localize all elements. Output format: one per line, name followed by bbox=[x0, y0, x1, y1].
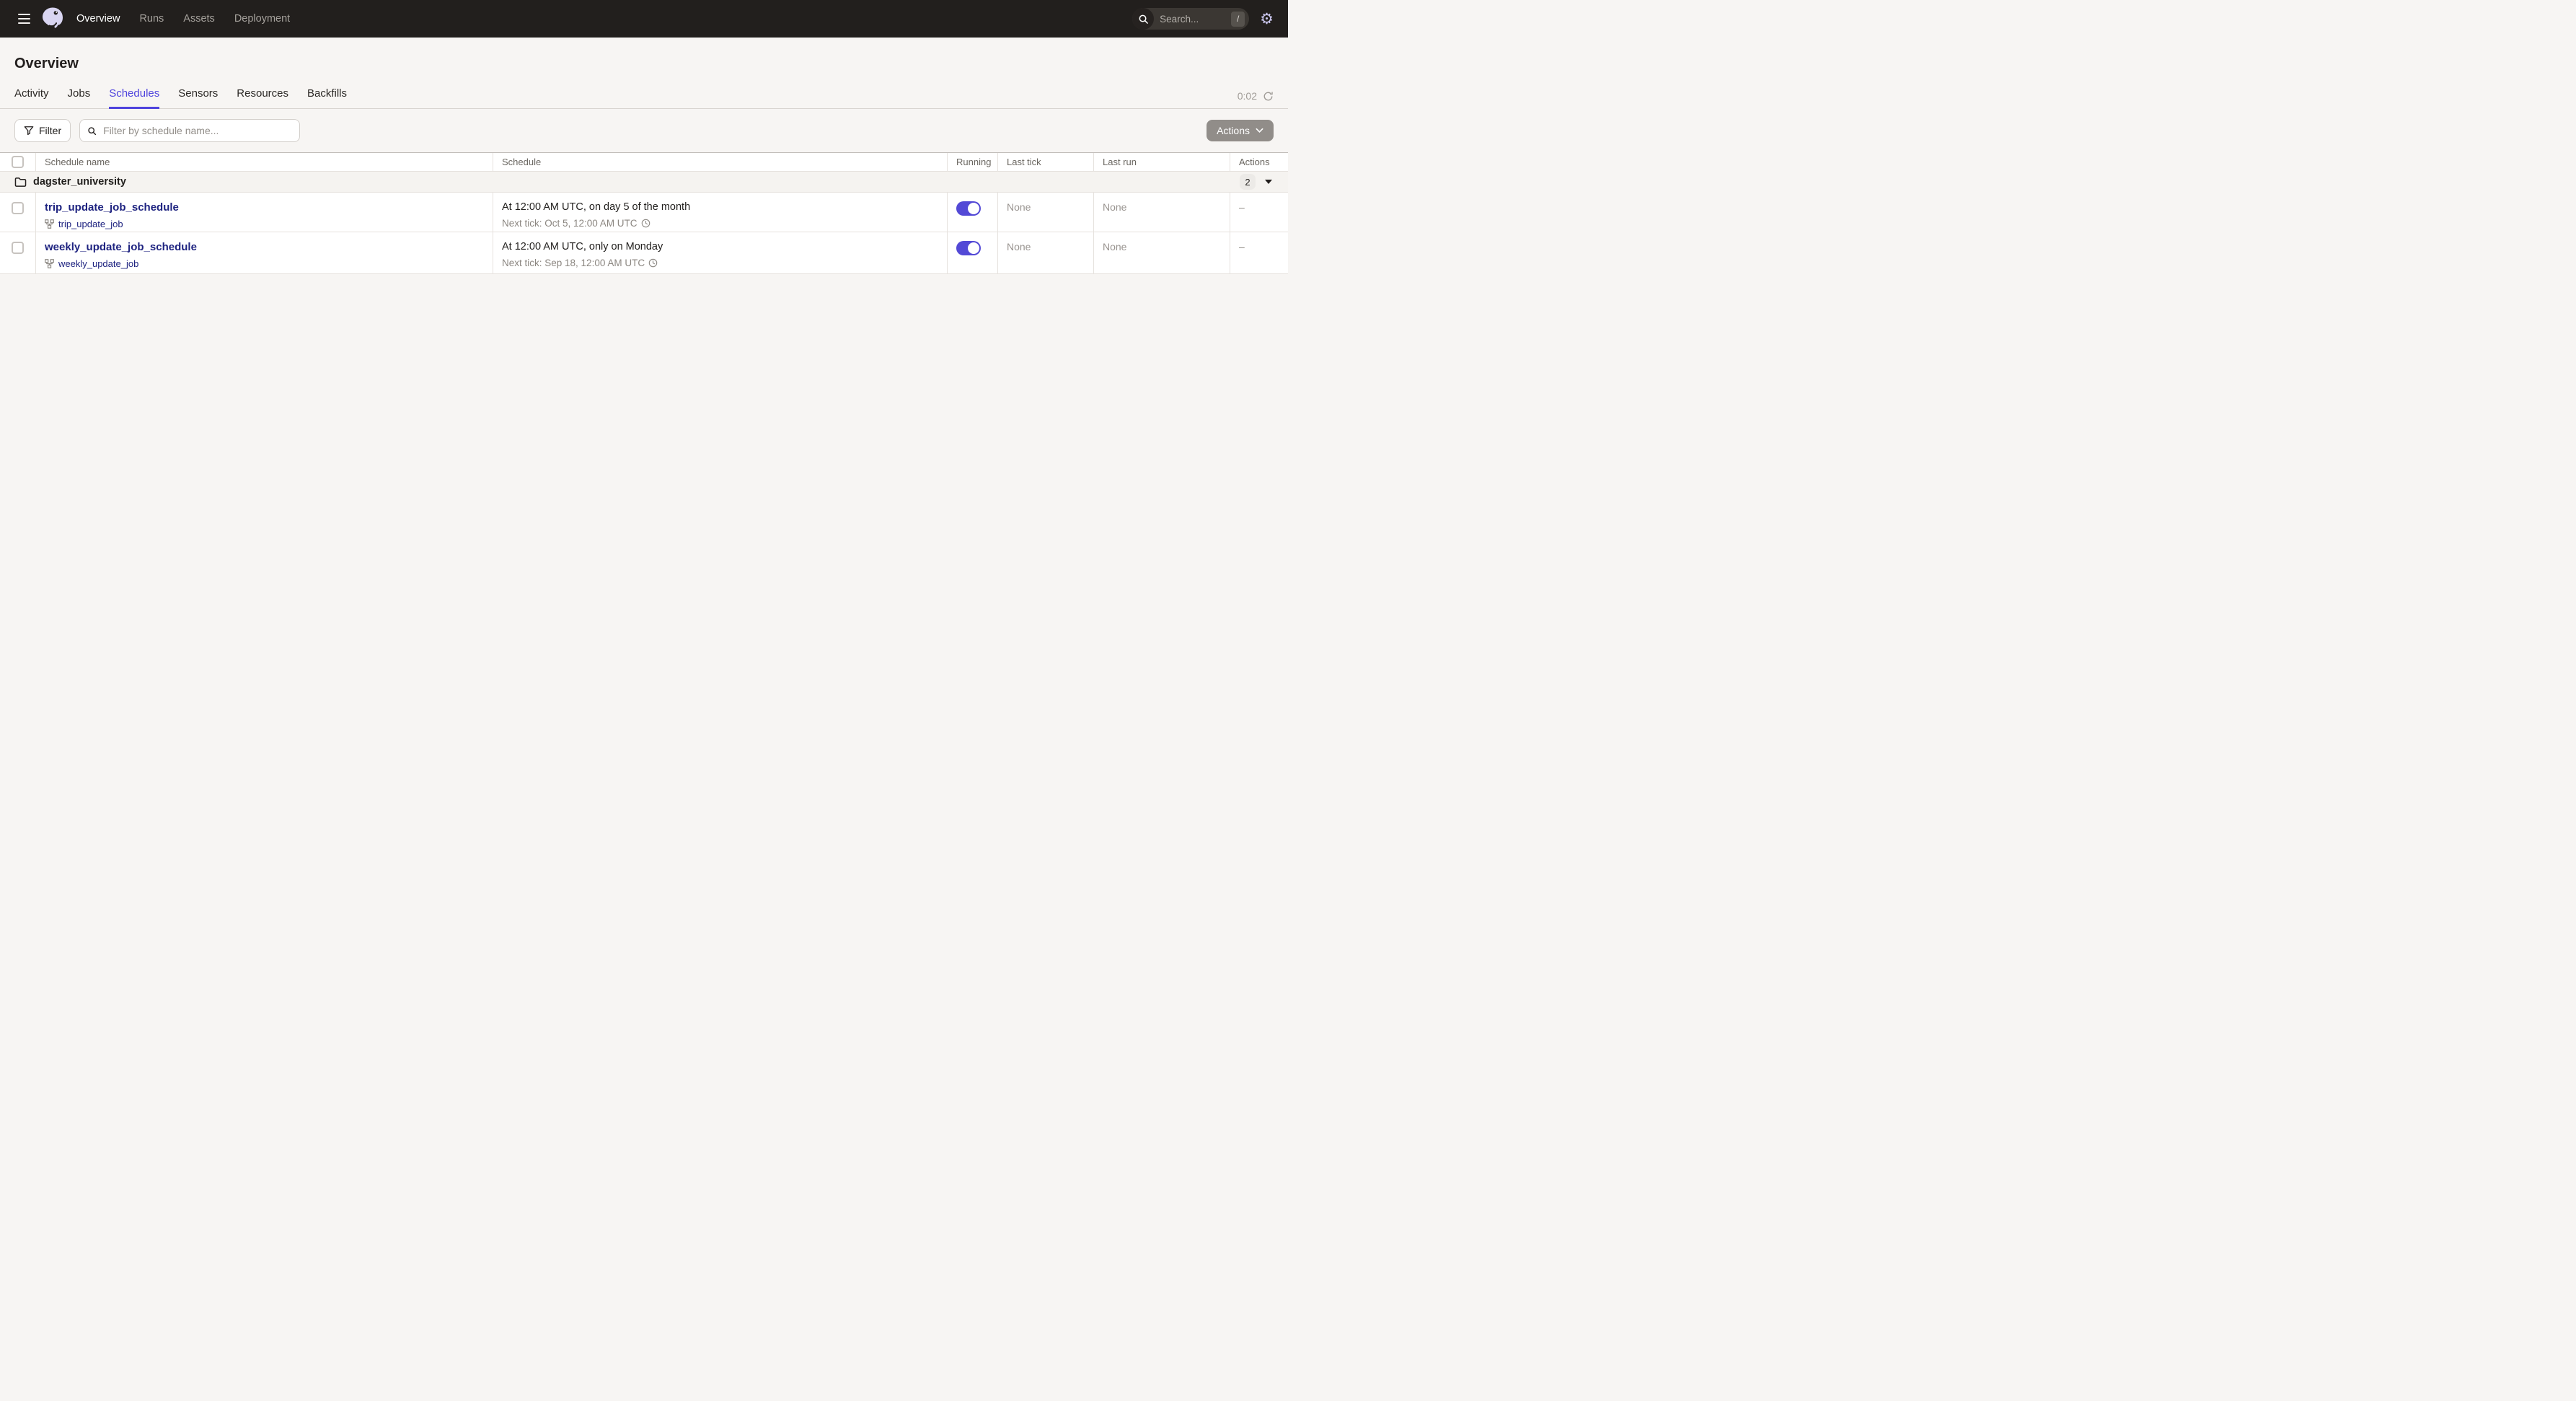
column-header-last-tick: Last tick bbox=[998, 153, 1094, 171]
schedule-row: weekly_update_job_schedule weekly_update… bbox=[0, 232, 1288, 274]
clock-icon bbox=[648, 258, 658, 268]
refresh-countdown: 0:02 bbox=[1237, 90, 1257, 102]
tab-resources[interactable]: Resources bbox=[237, 83, 288, 109]
search-input[interactable] bbox=[1154, 13, 1232, 25]
global-search[interactable]: / bbox=[1132, 8, 1250, 30]
tab-schedules[interactable]: Schedules bbox=[109, 83, 160, 109]
nav-item-deployment[interactable]: Deployment bbox=[234, 13, 290, 25]
schedule-row: trip_update_job_schedule trip_update_job… bbox=[0, 193, 1288, 232]
folder-icon bbox=[14, 177, 27, 188]
select-all-checkbox[interactable] bbox=[12, 156, 24, 168]
tab-backfills[interactable]: Backfills bbox=[307, 83, 347, 109]
dagster-logo[interactable] bbox=[40, 6, 65, 31]
refresh-icon[interactable] bbox=[1263, 91, 1274, 102]
group-expand-caret-icon[interactable] bbox=[1265, 180, 1272, 184]
row-actions-placeholder: – bbox=[1239, 241, 1245, 252]
schedule-name-link[interactable]: trip_update_job_schedule bbox=[45, 201, 179, 214]
settings-gear-icon[interactable]: ⚙ bbox=[1260, 12, 1274, 27]
filter-search-icon bbox=[87, 126, 97, 136]
schedule-name-link[interactable]: weekly_update_job_schedule bbox=[45, 241, 197, 253]
schedule-filter-input[interactable] bbox=[102, 124, 293, 137]
last-tick-value: None bbox=[1007, 201, 1031, 213]
hamburger-menu-icon[interactable] bbox=[14, 9, 33, 28]
group-count-badge: 2 bbox=[1240, 174, 1256, 190]
nav-item-assets[interactable]: Assets bbox=[183, 13, 215, 25]
column-header-running: Running bbox=[948, 153, 998, 171]
column-header-actions: Actions bbox=[1239, 157, 1270, 167]
table-header-row: Schedule name Schedule Running Last tick… bbox=[0, 153, 1288, 172]
next-tick-text: Next tick: Sep 18, 12:00 AM UTC bbox=[502, 258, 645, 268]
filter-button[interactable]: Filter bbox=[14, 119, 71, 142]
actions-button[interactable]: Actions bbox=[1207, 120, 1274, 141]
clock-icon bbox=[641, 219, 650, 228]
repo-group-row[interactable]: dagster_university 2 bbox=[0, 172, 1288, 193]
repo-group-name: dagster_university bbox=[33, 176, 126, 188]
page-title: Overview bbox=[14, 56, 79, 71]
tab-jobs[interactable]: Jobs bbox=[68, 83, 91, 109]
schedule-cron-description: At 12:00 AM UTC, on day 5 of the month bbox=[502, 201, 691, 213]
running-toggle[interactable] bbox=[956, 241, 981, 255]
filter-funnel-icon bbox=[24, 126, 34, 136]
last-run-value: None bbox=[1103, 241, 1127, 252]
toolbar: Filter Actions bbox=[0, 109, 1288, 152]
job-link[interactable]: weekly_update_job bbox=[58, 258, 138, 269]
schedules-table: Schedule name Schedule Running Last tick… bbox=[0, 152, 1288, 274]
row-checkbox[interactable] bbox=[12, 242, 24, 254]
last-run-value: None bbox=[1103, 201, 1127, 213]
running-toggle[interactable] bbox=[956, 201, 981, 216]
nav-item-overview[interactable]: Overview bbox=[76, 13, 120, 25]
column-header-schedule: Schedule bbox=[493, 153, 948, 171]
column-header-last-run: Last run bbox=[1094, 153, 1230, 171]
schedule-filter-field bbox=[79, 119, 301, 142]
job-sitemap-icon bbox=[45, 259, 54, 268]
job-link[interactable]: trip_update_job bbox=[58, 219, 123, 229]
next-tick-text: Next tick: Oct 5, 12:00 AM UTC bbox=[502, 218, 638, 229]
search-icon bbox=[1132, 8, 1155, 30]
row-actions-placeholder: – bbox=[1239, 201, 1245, 213]
search-shortcut-key: / bbox=[1231, 11, 1245, 27]
job-sitemap-icon bbox=[45, 219, 54, 229]
tab-sensors[interactable]: Sensors bbox=[178, 83, 218, 109]
tab-activity[interactable]: Activity bbox=[14, 83, 49, 109]
nav-links: Overview Runs Assets Deployment bbox=[76, 13, 290, 25]
tab-bar: Activity Jobs Schedules Sensors Resource… bbox=[0, 83, 1288, 109]
nav-item-runs[interactable]: Runs bbox=[139, 13, 164, 25]
chevron-down-icon bbox=[1256, 128, 1263, 133]
last-tick-value: None bbox=[1007, 241, 1031, 252]
row-checkbox[interactable] bbox=[12, 202, 24, 214]
schedule-cron-description: At 12:00 AM UTC, only on Monday bbox=[502, 241, 663, 252]
top-nav: Overview Runs Assets Deployment / ⚙ bbox=[0, 0, 1288, 38]
column-header-schedule-name: Schedule name bbox=[36, 153, 493, 171]
page-header: Overview Activity Jobs Schedules Sensors… bbox=[0, 38, 1288, 109]
